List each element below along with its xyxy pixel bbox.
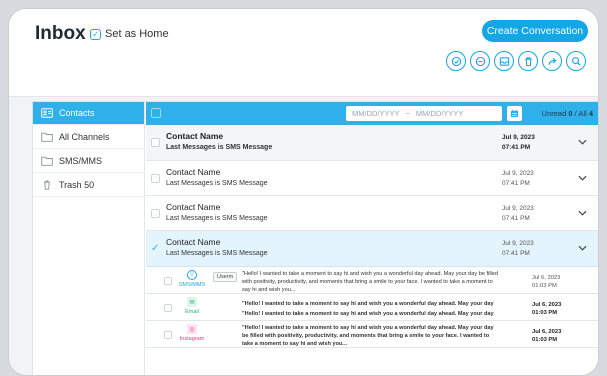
search-icon[interactable] <box>566 51 586 71</box>
conversation-row[interactable]: Contact Name Last Messages is SMS Messag… <box>146 125 598 161</box>
toolbar-actions <box>446 51 586 71</box>
sidebar-item-contacts[interactable]: Contacts <box>33 102 144 125</box>
check-circle-icon[interactable] <box>446 51 466 71</box>
channel-instagram: ◎ Instagram <box>178 324 206 342</box>
conversation-row-selected[interactable]: ✓ Contact Name Last Messages is SMS Mess… <box>146 231 598 267</box>
sidebar-item-label: Trash 50 <box>59 179 95 190</box>
filter-bar: MM/DD/YYYY ~ MM/DD/YYYY Unread 0 / All 4 <box>146 102 598 125</box>
row-checkbox[interactable] <box>151 174 160 183</box>
email-icon: ✉ <box>187 297 197 307</box>
sidebar-item-trash[interactable]: Trash 50 <box>33 173 144 197</box>
message-text: "Hello! I wanted to take a moment to say… <box>242 325 494 347</box>
channel-label: Email <box>185 309 199 315</box>
conversation-row[interactable]: Contact Name Last Messages is SMS Messag… <box>146 196 598 231</box>
last-message: Last Messages is SMS Message <box>166 215 268 222</box>
row-date: Jul 9, 2023 07:41 PM <box>502 205 534 222</box>
row-checkbox[interactable]: ✓ <box>151 244 160 254</box>
forward-icon[interactable] <box>542 51 562 71</box>
all-count: 4 <box>588 109 593 118</box>
sidebar-item-label: Contacts <box>59 108 95 118</box>
row-date: Jul 9, 2023 07:41 PM <box>502 240 534 257</box>
conversation-row[interactable]: Contact Name Last Messages is SMS Messag… <box>146 161 598 196</box>
last-message: Last Messages is SMS Message <box>166 180 268 187</box>
chevron-down-icon[interactable] <box>578 210 587 216</box>
set-as-home-label: Set as Home <box>105 28 169 40</box>
message-checkbox[interactable] <box>164 331 172 339</box>
row-date: Jul 9, 2023 07:41 PM <box>502 170 534 187</box>
contact-name: Contact Name <box>166 167 221 177</box>
message-date: Jul 6, 2023 01:03 PM <box>532 329 562 343</box>
chevron-down-icon[interactable] <box>578 139 587 145</box>
minus-circle-icon[interactable] <box>470 51 490 71</box>
conversation-list: MM/DD/YYYY ~ MM/DD/YYYY Unread 0 / All 4… <box>146 102 598 375</box>
last-message: Last Messages is SMS Message <box>166 144 273 151</box>
message-row-instagram[interactable]: ◎ Instagram "Hello! I wanted to take a m… <box>146 321 598 348</box>
message-checkbox[interactable] <box>164 277 172 285</box>
calendar-button[interactable] <box>507 106 522 121</box>
instagram-icon: ◎ <box>187 324 197 334</box>
inbox-panel: Contacts All Channels SMS/MMS Trash 50 M… <box>32 101 598 375</box>
inbox-icon[interactable] <box>494 51 514 71</box>
message-date: Jul 6, 2023 01:03 PM <box>532 275 561 289</box>
contact-name: Contact Name <box>166 237 221 247</box>
row-checkbox[interactable] <box>151 138 160 147</box>
message-row-sms[interactable]: ☺ SMS/MMS Userm "Hello! I wanted to take… <box>146 267 598 294</box>
sidebar-item-label: SMS/MMS <box>59 155 103 166</box>
message-row-email[interactable]: ✉ Email "Hello! I wanted to take a momen… <box>146 294 598 321</box>
date-to: MM/DD/YYYY <box>415 109 464 118</box>
channel-label: SMS/MMS <box>178 282 206 288</box>
check-icon: ✓ <box>90 28 101 40</box>
unread-label: Unread <box>541 109 567 118</box>
sms-icon: ☺ <box>187 270 197 280</box>
message-date: Jul 6, 2023 01:03 PM <box>532 302 562 316</box>
message-checkbox[interactable] <box>164 304 172 312</box>
select-all-checkbox[interactable] <box>151 108 161 118</box>
trash-icon[interactable] <box>518 51 538 71</box>
sidebar-item-sms-mms[interactable]: SMS/MMS <box>33 149 144 173</box>
last-message: Last Messages is SMS Message <box>166 250 268 257</box>
header: Inbox ✓ Set as Home Create Conversation <box>9 9 598 97</box>
contact-name: Contact Name <box>166 131 224 141</box>
chevron-down-icon[interactable] <box>578 175 587 181</box>
row-date: Jul 9, 2023 07:41 PM <box>502 134 535 151</box>
channel-sms: ☺ SMS/MMS <box>178 270 206 288</box>
date-range-input[interactable]: MM/DD/YYYY ~ MM/DD/YYYY <box>346 106 502 121</box>
folder-icon <box>41 132 53 142</box>
date-from: MM/DD/YYYY <box>352 109 400 118</box>
all-label: / All <box>574 109 587 118</box>
channel-email: ✉ Email <box>178 297 206 315</box>
message-text: "Hello! I wanted to take a moment to say… <box>242 301 494 317</box>
row-checkbox[interactable] <box>151 209 160 218</box>
contacts-icon <box>41 108 53 118</box>
create-conversation-button[interactable]: Create Conversation <box>482 20 588 42</box>
trash-icon <box>44 180 50 190</box>
app-window: Inbox ✓ Set as Home Create Conversation <box>8 8 599 376</box>
contact-name: Contact Name <box>166 202 221 212</box>
user-badge: Userm <box>213 272 238 282</box>
page-title: Inbox <box>35 23 86 44</box>
date-separator: ~ <box>405 109 410 118</box>
calendar-icon <box>510 109 519 118</box>
sidebar: Contacts All Channels SMS/MMS Trash 50 <box>33 102 145 375</box>
sidebar-item-label: All Channels <box>59 131 110 142</box>
channel-label: Instagram <box>179 336 205 342</box>
chevron-down-icon[interactable] <box>578 245 587 251</box>
folder-icon <box>41 156 53 166</box>
unread-counter: Unread 0 / All 4 <box>542 109 593 118</box>
message-text: "Hello! I wanted to take a moment to say… <box>242 271 499 293</box>
unread-count: 0 <box>568 109 573 118</box>
set-as-home-toggle[interactable]: ✓ Set as Home <box>90 28 169 40</box>
sidebar-item-all-channels[interactable]: All Channels <box>33 125 144 149</box>
